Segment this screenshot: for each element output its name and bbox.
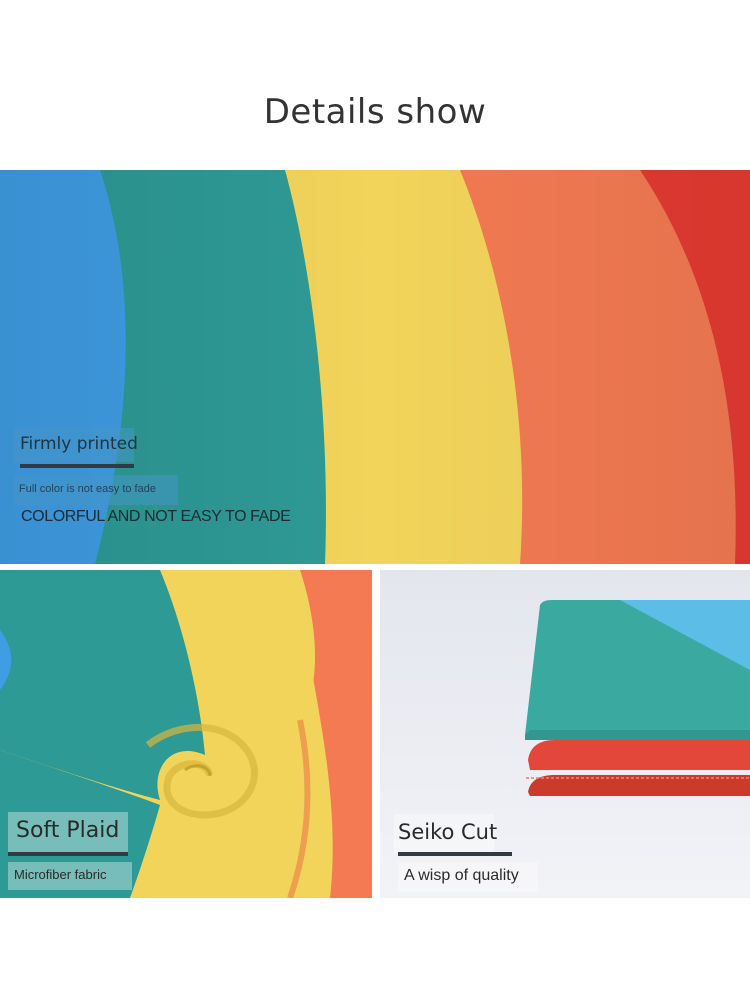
folded-heading: Seiko Cut (398, 820, 498, 844)
hero-tagline: COLORFUL AND NOT EASY TO FADE (21, 508, 291, 525)
hero-heading-underline (20, 464, 134, 468)
swirl-subheading: Microfiber fabric (14, 867, 107, 882)
page-title: Details show (263, 92, 487, 132)
swirl-heading-underline (8, 852, 128, 856)
folded-heading-underline (398, 852, 512, 856)
folded-subheading: A wisp of quality (404, 867, 519, 884)
folded-towel-photo: Seiko Cut A wisp of quality (380, 570, 750, 898)
hero-subheading: Full color is not easy to fade (19, 483, 156, 495)
swirl-heading: Soft Plaid (16, 818, 120, 843)
hero-heading: Firmly printed (20, 434, 138, 454)
swirled-fabric-photo: Soft Plaid Microfiber fabric (0, 570, 372, 898)
rainbow-fabric-photo: Firmly printed Full color is not easy to… (0, 170, 750, 564)
